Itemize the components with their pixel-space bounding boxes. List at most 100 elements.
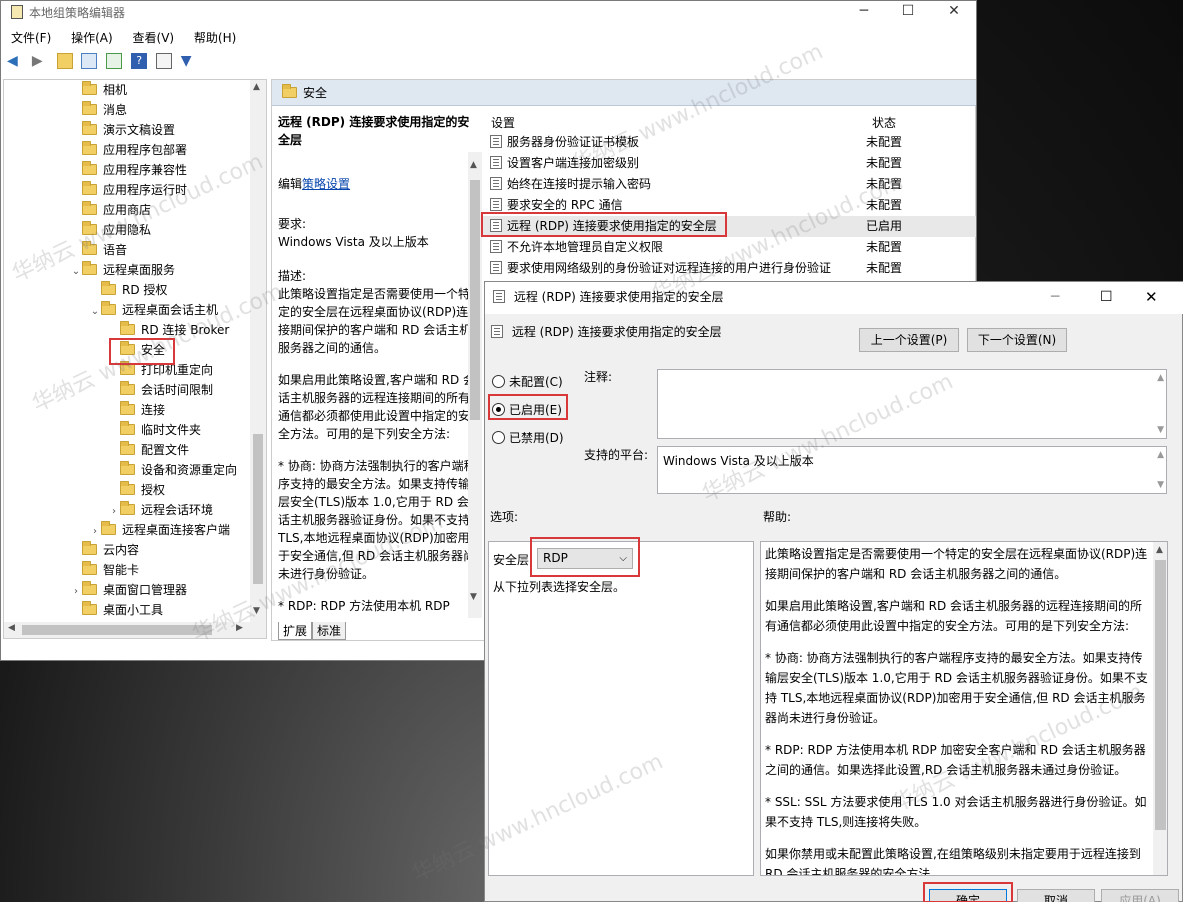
minimize-icon[interactable]: ─ [841,1,887,23]
comment-field[interactable]: ▲ ▼ [657,369,1167,439]
radio-not-configured-control[interactable] [492,375,505,388]
chevron-right-icon[interactable]: › [108,502,120,522]
scroll-up-icon[interactable]: ▲ [470,160,477,170]
settings-row-name: 服务器身份验证证书模板 [507,135,640,149]
scroll-down-icon[interactable]: ▼ [1157,425,1164,435]
folder-icon [120,401,135,415]
tree-item[interactable]: 授权 [108,480,165,500]
scroll-down-icon[interactable]: ▼ [253,606,260,616]
settings-row[interactable]: 要求安全的 RPC 通信 未配置 [482,195,976,216]
tree-item[interactable]: 应用隐私 [70,220,151,240]
chevron-down-icon[interactable]: ⌄ [70,262,82,282]
dialog-minimize-icon[interactable]: ─ [1051,282,1059,312]
help-vscroll[interactable]: ▲ [1153,542,1167,875]
tree-item[interactable]: 桌面小工具 [70,600,163,620]
cancel-button[interactable]: 取消 [1017,889,1095,902]
column-state[interactable]: 状态 [872,114,896,131]
tree-item[interactable]: 消息 [70,100,127,120]
settings-row[interactable]: 不允许本地管理员自定义权限 未配置 [482,237,976,258]
help-icon[interactable]: ? [131,53,148,69]
tree-item[interactable]: 应用程序运行时 [70,180,187,200]
close-icon[interactable]: ✕ [931,1,977,23]
tree-item[interactable]: RD 授权 [89,280,167,300]
tree-item[interactable]: 临时文件夹 [108,420,201,440]
security-layer-select[interactable]: RDP ⌵ [537,548,633,569]
up-folder-icon[interactable] [56,53,73,69]
tree-item[interactable]: 应用程序兼容性 [70,160,187,180]
column-setting[interactable]: 设置 [491,114,515,131]
menu-help[interactable]: 帮助(H) [194,31,236,45]
tree-vscroll[interactable]: ▲ ▼ [250,80,266,622]
tree-item[interactable]: 相机 [70,80,127,100]
menu-action[interactable]: 操作(A) [71,31,113,45]
settings-row[interactable]: 要求使用网络级别的身份验证对远程连接的用户进行身份验证 未配置 [482,258,976,279]
settings-row[interactable]: 远程 (RDP) 连接要求使用指定的安全层 已启用 [482,216,976,237]
tree-item[interactable]: 应用商店 [70,200,151,220]
scroll-down-icon[interactable]: ▼ [1157,480,1164,490]
show-hide-tree-icon[interactable] [81,53,98,69]
tree-item[interactable]: 安全 [108,340,165,360]
tree-item[interactable]: ⌄ 远程桌面服务 [70,260,175,280]
tree-item[interactable]: 打印机重定向 [108,360,213,380]
tree-item[interactable]: 会话时间限制 [108,380,213,400]
tab-standard[interactable]: 标准 [312,622,347,640]
tree-item[interactable]: RD 连接 Broker [108,320,229,340]
export-icon[interactable] [106,53,123,69]
radio-enabled[interactable]: 已启用(E) [492,401,562,418]
folder-icon [82,241,97,255]
description-vscroll-thumb[interactable] [470,180,480,420]
dialog-close-icon[interactable]: ✕ [1145,282,1158,312]
menu-file[interactable]: 文件(F) [11,31,51,45]
scroll-left-icon[interactable]: ◀ [8,623,15,633]
settings-row[interactable]: 服务器身份验证证书模板 未配置 [482,132,976,153]
prev-setting-button[interactable]: 上一个设置(P) [859,328,959,352]
radio-enabled-control[interactable] [492,403,505,416]
chevron-right-icon[interactable]: › [89,522,101,542]
next-setting-button[interactable]: 下一个设置(N) [967,328,1067,352]
scroll-up-icon[interactable]: ▲ [1157,450,1164,460]
tree-item[interactable]: 语音 [70,240,127,260]
tree-item[interactable]: › 远程桌面连接客户端 [89,520,230,540]
scroll-up-icon[interactable]: ▲ [1157,373,1164,383]
radio-not-configured[interactable]: 未配置(C) [492,373,563,390]
tree-item[interactable]: 连接 [108,400,165,420]
edit-policy-link[interactable]: 策略设置 [302,177,350,191]
scroll-up-icon[interactable]: ▲ [1156,545,1163,555]
tree-hscroll-thumb[interactable] [22,625,212,635]
help-vscroll-thumb[interactable] [1155,560,1166,830]
settings-row[interactable]: 设置客户端连接加密级别 未配置 [482,153,976,174]
tree-item[interactable]: 演示文稿设置 [70,120,175,140]
menu-view[interactable]: 查看(V) [133,31,175,45]
scroll-up-icon[interactable]: ▲ [253,82,260,92]
forward-icon[interactable]: ▶ [32,53,48,69]
tree-item[interactable]: 智能卡 [70,560,139,580]
chevron-down-icon[interactable]: ⌄ [89,302,101,322]
settings-row[interactable]: 始终在连接时提示输入密码 未配置 [482,174,976,195]
maximize-icon[interactable]: ☐ [885,1,931,23]
tree-vscroll-thumb[interactable] [253,434,263,584]
help-paragraph: * SSL: SSL 方法要求使用 TLS 1.0 对会话主机服务器进行身份验证… [765,795,1147,829]
description-vscroll[interactable]: ▲ ▼ [468,152,482,618]
tree-item[interactable]: 设备和资源重定向 [108,460,237,480]
filter-icon[interactable]: ▼ [181,53,197,69]
tree-item[interactable]: 配置文件 [108,440,189,460]
tab-extended[interactable]: 扩展 [278,622,313,640]
tree-hscroll[interactable]: ◀ ▶ [4,622,266,638]
radio-disabled-control[interactable] [492,431,505,444]
scroll-right-icon[interactable]: ▶ [236,623,243,633]
ok-button[interactable]: 确定 [929,889,1007,902]
radio-disabled[interactable]: 已禁用(D) [492,429,564,446]
tree-item[interactable]: 云内容 [70,540,139,560]
properties-icon[interactable] [155,53,172,69]
dialog-maximize-icon[interactable]: ☐ [1100,282,1113,312]
apply-button[interactable]: 应用(A) [1101,889,1179,902]
description-paragraph: 此策略设置指定是否需要使用一个特定的安全层在远程桌面协议(RDP)连接期间保护的… [278,287,472,355]
tree-item[interactable]: 应用程序包部署 [70,140,187,160]
settings-row-state: 未配置 [866,156,903,170]
back-icon[interactable]: ◀ [7,53,23,69]
tree-item[interactable]: › 桌面窗口管理器 [70,580,187,600]
scroll-down-icon[interactable]: ▼ [470,592,477,602]
tree-item[interactable]: ⌄ 远程桌面会话主机 [89,300,218,320]
tree-item[interactable]: › 远程会话环境 [108,500,213,520]
chevron-right-icon[interactable]: › [70,582,82,602]
